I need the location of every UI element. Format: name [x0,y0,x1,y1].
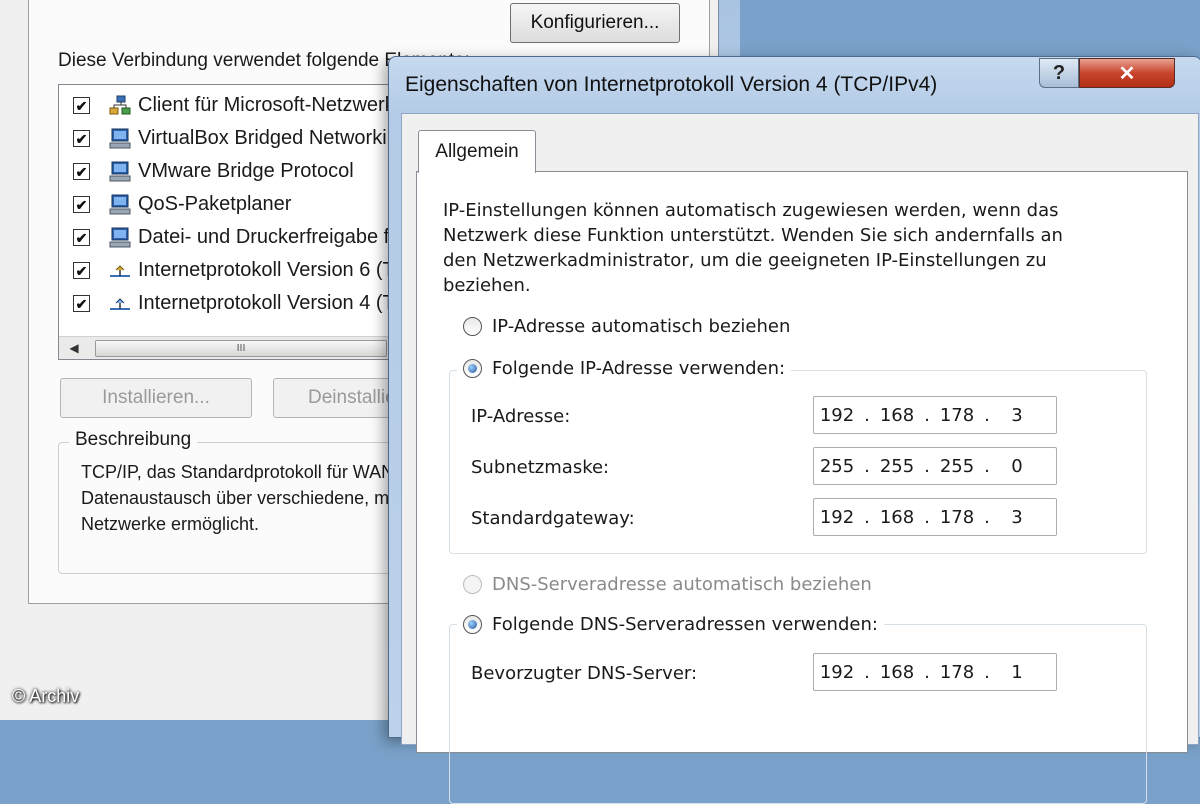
help-button[interactable]: ? [1039,58,1079,88]
dns-octet: 1 [1011,661,1023,683]
protocol-icon [110,297,130,310]
checkbox-qos[interactable]: ✔ [73,196,90,213]
dns-octet: 168 [879,661,915,683]
components-list[interactable]: ✔ Client für Microsoft-Netzwerke ✔ Virtu… [58,84,400,360]
component-label: VirtualBox Bridged Networking Driver [138,127,400,149]
manual-dns-group [449,624,1147,804]
intro-line: Netzwerk diese Funktion unterstützt. Wen… [443,225,1063,246]
dialog-title: Eigenschaften von Internetprotokoll Vers… [405,73,938,96]
network-computer-icon [109,194,131,214]
checkbox-client[interactable]: ✔ [73,97,90,114]
checkbox-ipv6[interactable]: ✔ [73,262,90,279]
ip-address-input[interactable]: 192. 168. 178. 3 [813,396,1057,434]
gateway-octet: 192 [819,506,855,528]
intro-line: den Netzwerkadministrator, um die geeign… [443,250,1047,271]
checkbox-virtualbox[interactable]: ✔ [73,130,90,147]
intro-line: beziehen. [443,275,531,296]
horizontal-scrollbar[interactable]: ◀ III [59,336,399,359]
component-label: Internetprotokoll Version 4 (TCP/IPv4) [138,292,399,314]
close-icon: ✕ [1118,62,1136,85]
dns-octet: 178 [939,661,975,683]
configure-button[interactable]: Konfigurieren... [510,3,680,43]
subnet-octet: 0 [1011,455,1023,477]
preferred-dns-input[interactable]: 192. 168. 178. 1 [813,653,1057,691]
subnet-octet: 255 [819,455,855,477]
ipv4-properties-dialog: Eigenschaften von Internetprotokoll Vers… [388,56,1200,804]
protocol-icon [110,264,130,277]
close-button[interactable]: ✕ [1079,58,1175,88]
checkbox-file-printer-sharing[interactable]: ✔ [73,229,90,246]
subnet-mask-label: Subnetzmaske: [471,457,610,478]
ip-address-label: IP-Adresse: [471,406,571,427]
description-legend: Beschreibung [69,429,198,451]
component-label: Datei- und Druckerfreigabe für Microsoft… [138,226,399,248]
gateway-octet: 178 [939,506,975,528]
component-label: Internetprotokoll Version 6 (TCP/IPv6) [138,259,399,281]
radio-auto-dns-label: DNS-Serveradresse automatisch beziehen [492,574,872,595]
subnet-octet: 255 [879,455,915,477]
general-tab-panel: IP-Einstellungen können automatisch zuge… [416,171,1188,804]
dns-octet: 192 [819,661,855,683]
list-item[interactable]: ✔ Client für Microsoft-Netzwerke [59,89,399,122]
tab-general[interactable]: Allgemein [418,130,536,173]
radio-manual-ip-row[interactable]: Folgende IP-Adresse verwenden: [457,358,792,379]
checkbox-ipv4[interactable]: ✔ [73,295,90,312]
ip-octet: 168 [879,404,915,426]
help-icon: ? [1052,61,1066,84]
radio-manual-dns[interactable] [463,615,482,634]
ip-octet: 3 [1011,404,1023,426]
radio-auto-ip-label: IP-Adresse automatisch beziehen [492,316,791,337]
preferred-dns-label: Bevorzugter DNS-Server: [471,663,698,684]
ip-octet: 178 [939,404,975,426]
list-item[interactable]: ✔ Internetprotokoll Version 4 (TCP/IPv4) [59,287,399,320]
radio-auto-dns-row[interactable]: DNS-Serveradresse automatisch beziehen [463,574,872,595]
radio-manual-ip[interactable] [463,359,482,378]
radio-auto-ip-row[interactable]: IP-Adresse automatisch beziehen [463,316,790,337]
network-client-icon [109,95,131,114]
component-label: Client für Microsoft-Netzwerke [138,94,400,116]
subnet-mask-input[interactable]: 255. 255. 255. 0 [813,447,1057,485]
ip-octet: 192 [819,404,855,426]
network-computer-icon [109,128,131,148]
scroll-left-icon[interactable]: ◀ [59,337,89,359]
default-gateway-label: Standardgateway: [471,508,635,529]
radio-manual-dns-label: Folgende DNS-Serveradressen verwenden: [492,614,878,635]
default-gateway-input[interactable]: 192. 168. 178. 3 [813,498,1057,536]
subnet-octet: 255 [939,455,975,477]
radio-manual-ip-label: Folgende IP-Adresse verwenden: [492,358,786,379]
component-label: VMware Bridge Protocol [138,160,354,182]
radio-auto-dns[interactable] [463,575,482,594]
list-item[interactable]: ✔ QoS-Paketplaner [59,188,399,221]
intro-text: IP-Einstellungen können automatisch zuge… [443,198,1133,298]
list-item[interactable]: ✔ VirtualBox Bridged Networking Driver [59,122,399,155]
list-item[interactable]: ✔ Internetprotokoll Version 6 (TCP/IPv6) [59,254,399,287]
list-item[interactable]: ✔ VMware Bridge Protocol [59,155,399,188]
network-computer-icon [109,227,131,247]
radio-manual-dns-row[interactable]: Folgende DNS-Serveradressen verwenden: [457,614,884,635]
list-item[interactable]: ✔ Datei- und Druckerfreigabe für Microso… [59,221,399,254]
gateway-octet: 3 [1011,506,1023,528]
network-computer-icon [109,161,131,181]
scroll-thumb[interactable]: III [95,340,387,357]
checkbox-vmware[interactable]: ✔ [73,163,90,180]
install-button[interactable]: Installieren... [60,378,252,418]
radio-auto-ip[interactable] [463,317,482,336]
dialog-body: Allgemein IP-Einstellungen können automa… [401,113,1199,804]
intro-line: IP-Einstellungen können automatisch zuge… [443,200,1059,221]
component-label: QoS-Paketplaner [138,193,292,215]
copyright-watermark: © Archiv [12,686,80,706]
gateway-octet: 168 [879,506,915,528]
